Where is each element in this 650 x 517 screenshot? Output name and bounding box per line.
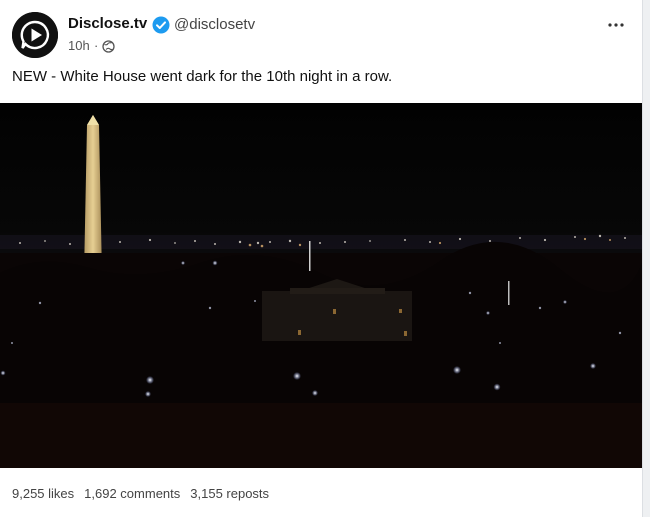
engagement-stats: 9,255 likes 1,692 comments 3,155 reposts (12, 486, 269, 501)
play-logo-icon (12, 12, 58, 58)
likes-count[interactable]: 9,255 likes (12, 486, 74, 501)
more-options-icon (608, 23, 624, 27)
comments-count[interactable]: 1,692 comments (84, 486, 180, 501)
more-options-button[interactable] (605, 14, 627, 36)
post-card: Disclose.tv @disclosetv 10h · NEW - Whit… (0, 0, 642, 517)
reposts-count[interactable]: 3,155 reposts (190, 486, 269, 501)
author-handle[interactable]: @disclosetv (174, 16, 255, 33)
verified-badge-icon (152, 16, 170, 34)
post-text: NEW - White House went dark for the 10th… (12, 68, 393, 85)
page-background-edge (642, 0, 650, 517)
night-skyline-image (0, 103, 642, 468)
post-time[interactable]: 10h (68, 38, 90, 53)
author-avatar[interactable] (12, 12, 58, 58)
post-video[interactable] (0, 103, 642, 468)
time-separator: · (94, 38, 99, 53)
globe-icon (102, 40, 115, 53)
author-name[interactable]: Disclose.tv (68, 15, 147, 32)
